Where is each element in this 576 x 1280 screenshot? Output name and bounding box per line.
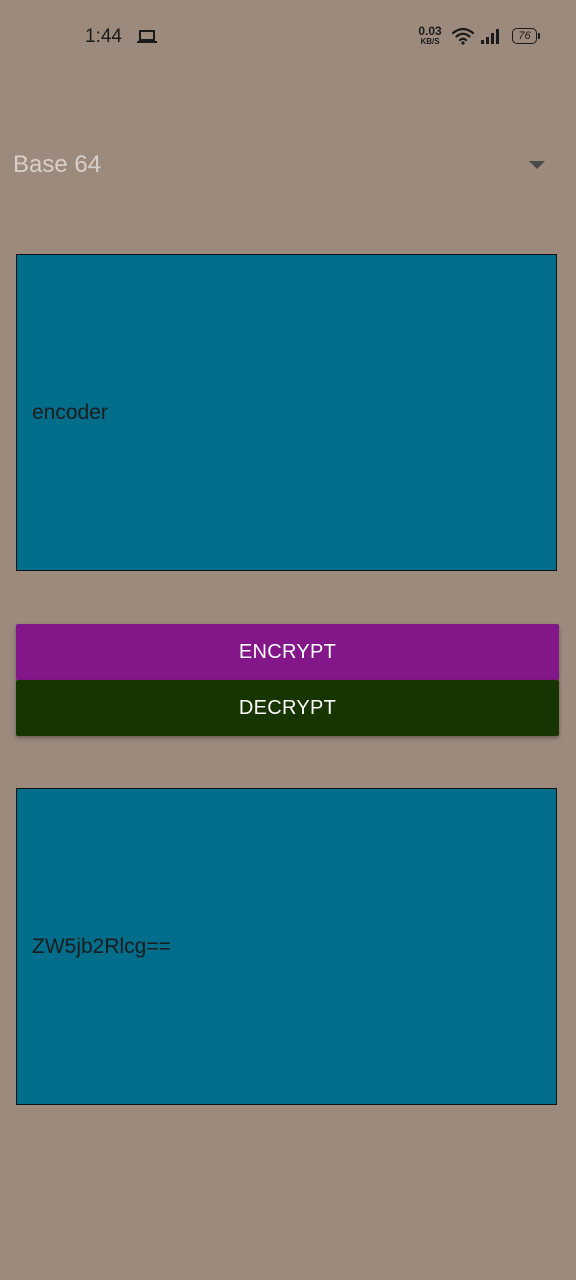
output-text-value: ZW5jb2Rlcg== [32, 934, 171, 958]
network-speed-value: 0.03 [418, 24, 442, 38]
input-text-field[interactable]: encoder [16, 254, 557, 571]
decrypt-button[interactable]: DECRYPT [16, 680, 559, 736]
battery-tip [538, 33, 540, 39]
input-text-value: encoder [32, 400, 108, 424]
signal-icon [480, 28, 502, 45]
output-text-field[interactable]: ZW5jb2Rlcg== [16, 788, 557, 1105]
laptop-icon [137, 29, 157, 45]
wifi-icon [451, 27, 475, 45]
network-speed: 0.03 KB/S [414, 25, 446, 46]
spinner-selected-value: Base 64 [13, 151, 102, 178]
encrypt-button[interactable]: ENCRYPT [16, 624, 559, 680]
battery-icon: 76 [512, 28, 540, 44]
status-time: 1:44 [85, 26, 122, 47]
network-speed-unit: KB/S [420, 37, 440, 46]
dropdown-arrow-icon [529, 161, 545, 169]
cipher-type-spinner[interactable]: Base 64 [0, 130, 576, 200]
status-bar: 1:44 0.03 KB/S 76 [0, 0, 576, 72]
battery-level: 76 [512, 28, 537, 44]
